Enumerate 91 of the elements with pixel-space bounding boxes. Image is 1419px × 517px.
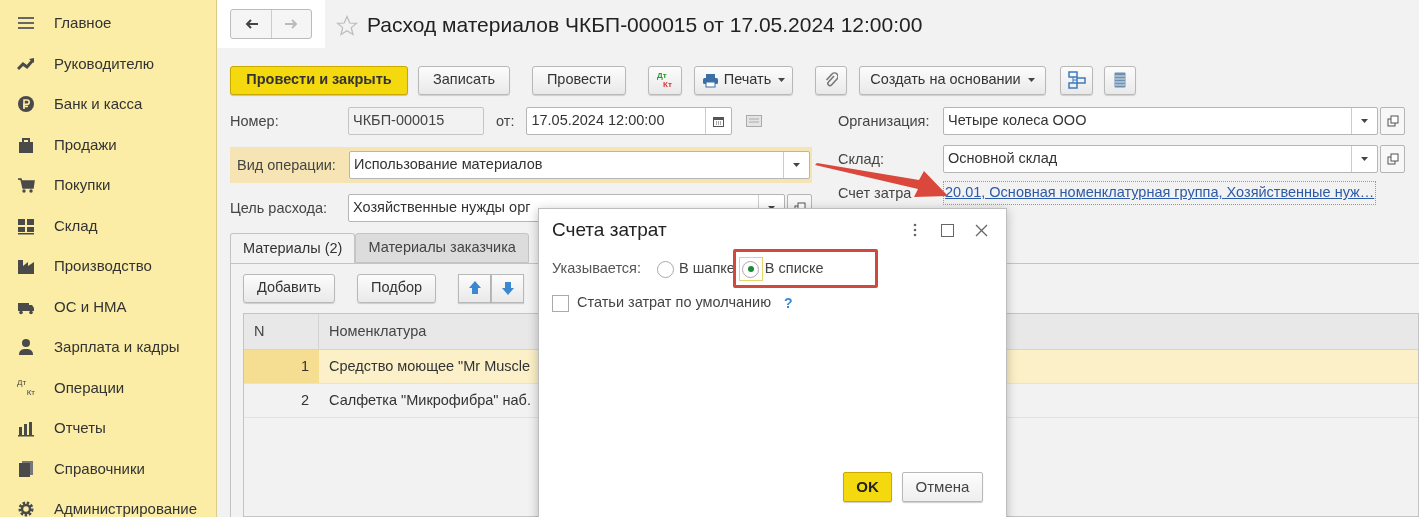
window-title: Расход материалов ЧКБП-000015 от 17.05.2024 12:00:00 bbox=[367, 11, 923, 38]
field-label: Счет затра bbox=[838, 184, 912, 202]
caret-icon bbox=[1361, 119, 1368, 123]
selection-button[interactable]: Подбор bbox=[357, 273, 437, 303]
gear-icon bbox=[17, 500, 35, 517]
field-label: Склад: bbox=[838, 150, 884, 168]
close-icon bbox=[975, 223, 988, 237]
list-icon bbox=[1114, 72, 1126, 88]
field-label: Организация: bbox=[838, 112, 930, 130]
grid-icon bbox=[17, 216, 35, 235]
sidebar-item[interactable]: Администрирование bbox=[0, 489, 216, 517]
operation-type-field[interactable]: Использование материалов bbox=[349, 151, 810, 179]
paperclip-icon bbox=[824, 72, 838, 88]
organization-field[interactable]: Четыре колеса ООО bbox=[943, 107, 1378, 135]
print-button[interactable]: Печать bbox=[694, 65, 793, 95]
sidebar-item[interactable]: Производство bbox=[0, 246, 216, 287]
up-arrow-icon bbox=[467, 281, 482, 295]
sidebar-item[interactable]: Главное bbox=[0, 3, 216, 44]
caret-icon bbox=[1361, 157, 1368, 161]
save-button[interactable]: Записать bbox=[418, 65, 510, 95]
cancel-button[interactable]: Отмена bbox=[902, 472, 983, 502]
sidebar-item[interactable]: Руководителю bbox=[0, 43, 216, 84]
person-icon bbox=[17, 338, 35, 357]
date-field[interactable]: 17.05.2024 12:00:00 bbox=[526, 107, 733, 135]
tab[interactable]: Материалы (2) bbox=[230, 233, 356, 263]
books-icon bbox=[17, 459, 35, 478]
sidebar-item[interactable]: Банк и касса bbox=[0, 84, 216, 125]
caret-icon bbox=[793, 163, 800, 167]
more-icon bbox=[913, 223, 917, 237]
open-button[interactable] bbox=[1380, 107, 1405, 135]
number-field[interactable]: ЧКБП-000015 bbox=[348, 107, 484, 135]
field-label: Указывается: bbox=[552, 259, 641, 279]
structure-button[interactable] bbox=[1060, 65, 1093, 95]
down-arrow-icon bbox=[500, 281, 515, 295]
bag-icon bbox=[17, 135, 35, 154]
post-button[interactable]: Провести bbox=[532, 65, 626, 95]
sidebar-item[interactable]: Склад bbox=[0, 205, 216, 246]
sidebar-item[interactable]: Покупки bbox=[0, 165, 216, 206]
field-label: Цель расхода: bbox=[230, 199, 328, 217]
caret-icon bbox=[778, 78, 786, 82]
cart-icon bbox=[17, 176, 35, 195]
checkbox[interactable] bbox=[552, 294, 569, 312]
column-header: Номенклатура bbox=[328, 321, 428, 341]
bar-chart-icon bbox=[17, 419, 35, 438]
dt-kt-button[interactable]: Дт Кт bbox=[648, 65, 682, 95]
down-button[interactable] bbox=[491, 273, 525, 303]
create-based-on-button[interactable]: Создать на основании bbox=[859, 65, 1046, 95]
field-label: Вид операции: bbox=[237, 156, 336, 174]
help-link[interactable]: ? bbox=[784, 292, 793, 314]
dt-kt-icon: Дт Кт bbox=[17, 378, 35, 397]
post-and-close-button[interactable]: Провести и закрыть bbox=[230, 65, 408, 95]
printer-icon bbox=[701, 72, 719, 88]
table-cell-text: Средство моющее "Mr Muscle bbox=[328, 356, 532, 376]
sidebar-item[interactable]: ОС и НМА bbox=[0, 286, 216, 327]
radio-button[interactable] bbox=[742, 260, 760, 278]
tab[interactable]: Материалы заказчика bbox=[355, 233, 529, 263]
open-button[interactable] bbox=[1380, 145, 1405, 173]
sidebar-item[interactable]: Дт Кт Операции bbox=[0, 367, 216, 408]
right-arrow-icon bbox=[283, 17, 300, 31]
field-label: от: bbox=[496, 112, 515, 130]
radio-option[interactable]: В шапке bbox=[653, 257, 735, 281]
field-label: Номер: bbox=[230, 112, 279, 130]
table-cell: 1 bbox=[244, 350, 319, 383]
list-button[interactable] bbox=[1104, 65, 1136, 95]
cost-account-link[interactable]: 20.01, Основная номенклатурная группа, Хозяйственные нуж… bbox=[943, 181, 1377, 205]
sidebar-item[interactable]: Продажи bbox=[0, 124, 216, 165]
open-icon bbox=[1386, 115, 1399, 127]
sidebar-item[interactable]: Отчеты bbox=[0, 408, 216, 449]
dialog-title: Счета затрат bbox=[552, 217, 668, 242]
add-button[interactable]: Добавить bbox=[243, 273, 336, 303]
ok-button[interactable]: OK bbox=[843, 472, 892, 502]
radio-button[interactable] bbox=[656, 260, 674, 278]
table-cell-text: Салфетка "Микрофибра" наб. bbox=[328, 390, 532, 410]
open-icon bbox=[1386, 153, 1399, 165]
hierarchy-icon bbox=[1067, 71, 1086, 89]
factory-icon bbox=[17, 257, 35, 276]
comment-icon bbox=[746, 115, 763, 127]
caret-icon bbox=[1027, 78, 1035, 82]
up-button[interactable] bbox=[458, 273, 492, 303]
attach-button[interactable] bbox=[815, 65, 847, 95]
ruble-icon bbox=[17, 95, 35, 114]
checkbox-label: Статьи затрат по умолчанию bbox=[577, 293, 772, 313]
sidebar-item[interactable]: Зарплата и кадры bbox=[0, 327, 216, 368]
calendar-icon bbox=[713, 115, 725, 127]
radio-option[interactable]: В списке bbox=[738, 257, 824, 281]
warehouse-field[interactable]: Основной склад bbox=[943, 145, 1378, 173]
sidebar-item[interactable]: Справочники bbox=[0, 448, 216, 489]
table-cell-text: 2 bbox=[299, 390, 310, 410]
star-icon bbox=[336, 14, 358, 37]
column-header: N bbox=[244, 314, 319, 349]
maximize-icon bbox=[941, 223, 954, 237]
